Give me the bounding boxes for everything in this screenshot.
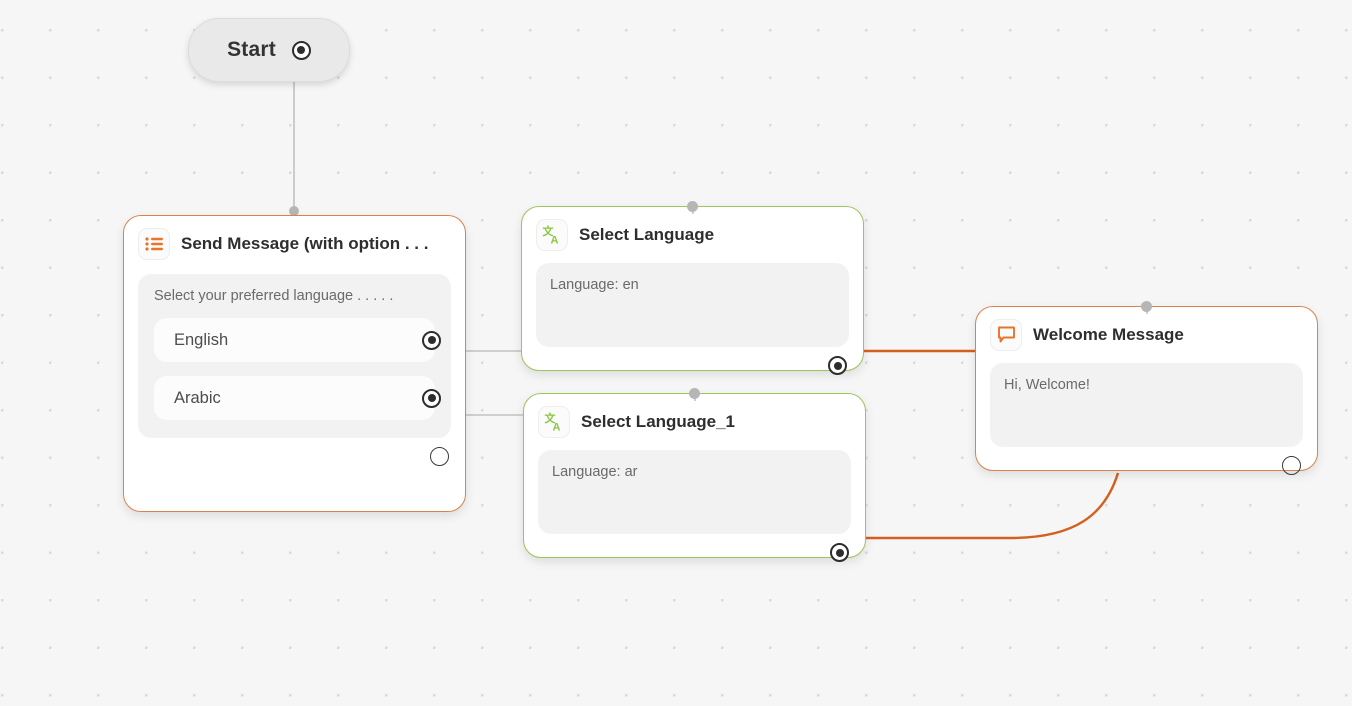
option-label: Arabic	[174, 388, 221, 407]
prompt-text: Select your preferred language . . . . .	[154, 288, 394, 304]
node-select-language-1[interactable]: 文 A Select Language_1 Language: ar	[523, 388, 866, 562]
node-header: Welcome Message	[976, 307, 1317, 357]
option-row-english[interactable]: English	[154, 318, 441, 362]
body-text: Language: ar	[552, 464, 638, 480]
body-text: Language: en	[550, 277, 639, 293]
radio-filled-icon[interactable]	[422, 330, 441, 350]
node-footer	[524, 534, 865, 573]
node-header: 文 A Select Language_1	[524, 394, 865, 444]
radio-filled-icon[interactable]	[291, 40, 311, 60]
radio-filled-icon[interactable]	[830, 543, 849, 562]
start-node[interactable]: Start	[188, 18, 350, 82]
node-title: Select Language	[579, 225, 715, 244]
list-options-icon	[138, 228, 170, 260]
node-body: Select your preferred language . . . . .…	[138, 274, 451, 438]
node-welcome-message[interactable]: Welcome Message Hi, Welcome!	[975, 301, 1318, 475]
node-header: Send Message (with option . . .	[124, 216, 465, 266]
svg-text:A: A	[553, 422, 561, 433]
node-body: Language: en	[536, 263, 849, 347]
node-title: Select Language_1	[581, 412, 736, 431]
translate-icon: 文 A	[536, 219, 568, 251]
circle-empty-icon[interactable]	[430, 447, 449, 466]
svg-text:A: A	[551, 235, 559, 246]
node-title: Send Message (with option . . .	[181, 234, 429, 253]
node-body: Language: ar	[538, 450, 851, 534]
node-header: 文 A Select Language	[522, 207, 863, 257]
node-send-message[interactable]: Send Message (with option . . . Select y…	[123, 215, 466, 512]
radio-filled-icon[interactable]	[828, 356, 847, 375]
node-select-language[interactable]: 文 A Select Language Language: en	[521, 201, 864, 375]
node-footer	[522, 347, 863, 386]
radio-filled-icon[interactable]	[422, 388, 441, 408]
circle-empty-icon[interactable]	[1282, 456, 1301, 475]
node-footer	[976, 447, 1317, 486]
chat-bubble-icon	[990, 319, 1022, 351]
body-text: Hi, Welcome!	[1004, 377, 1090, 393]
flow-canvas[interactable]: Start Send Message (with option . . . Se…	[0, 0, 1352, 706]
node-footer	[124, 438, 465, 477]
connector-dot-icon[interactable]	[689, 388, 700, 399]
connector-dot-icon[interactable]	[1141, 301, 1152, 312]
node-title: Welcome Message	[1033, 325, 1184, 344]
option-row-arabic[interactable]: Arabic	[154, 376, 441, 420]
translate-icon: 文 A	[538, 406, 570, 438]
connector-dot-icon[interactable]	[687, 201, 698, 212]
start-node-label: Start	[227, 38, 276, 61]
node-body: Hi, Welcome!	[990, 363, 1303, 447]
option-label: English	[174, 330, 229, 349]
